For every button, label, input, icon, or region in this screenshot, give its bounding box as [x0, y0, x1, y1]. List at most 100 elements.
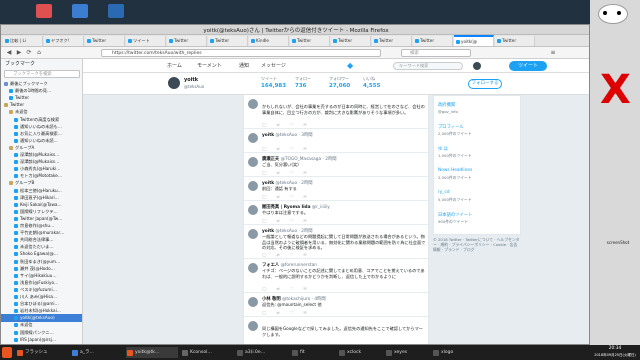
bookmark-favicon-icon: [14, 302, 18, 307]
taskbar-item[interactable]: xclock: [338, 347, 382, 358]
twitter-search-input[interactable]: キーワード検索: [393, 62, 463, 70]
tweet-avatar[interactable]: [248, 297, 258, 307]
tweet-avatar[interactable]: [248, 157, 258, 167]
taskbar-label: xlogo: [441, 350, 454, 355]
trend-name[interactable]: 日本語のツイート: [438, 212, 472, 218]
taskbar-item[interactable]: a3(i.0e…: [236, 347, 288, 358]
navigation-toolbar: ◀ ▶ ⟳ ⌂ https://twitter.com/teksAuo/with…: [1, 47, 589, 59]
nav-notifications[interactable]: 通知: [239, 59, 249, 73]
trend-name[interactable]: ry_cd: [438, 190, 450, 195]
browser-tab[interactable]: Twitter: [495, 36, 535, 46]
tweet-author-name[interactable]: yoitk: [262, 133, 274, 138]
tweet-actions[interactable]: ◯⇄♡✉: [262, 286, 317, 291]
tweet[interactable]: yoitk @teksAuo · 2時間 一般論として報道などの問題提起に関して日…: [244, 225, 428, 259]
start-menu-icon[interactable]: [2, 347, 12, 358]
url-bar[interactable]: https://twitter.com/teksAuo/with_replies: [101, 49, 381, 57]
forward-icon[interactable]: ▶: [15, 49, 23, 57]
search-bar[interactable]: 検索: [401, 49, 471, 57]
tweet-avatar[interactable]: [248, 229, 258, 239]
sidebar-search-input[interactable]: ブックマークを検索: [4, 70, 80, 78]
profile-stat[interactable]: いいね 4,555: [363, 76, 395, 89]
tweet-avatar[interactable]: [248, 205, 258, 215]
trend-name[interactable]: 政府機関: [438, 102, 455, 108]
tweet[interactable]: フォエ人 @forerunnerstan イチゴ：ページのないことの記述に関してま…: [244, 259, 428, 293]
taskbar-item[interactable]: xeyes: [385, 347, 429, 358]
browser-tab[interactable]: Twitter: [167, 36, 207, 46]
tweet-actions[interactable]: ◯⇄♡✉: [262, 122, 317, 127]
desktop-app-icon[interactable]: [36, 4, 52, 18]
follow-button[interactable]: フォローする: [468, 79, 502, 89]
tweet[interactable]: 廣瀬正夫 @TOGO_Masasaga · 2時間 ご当、気分悪い(笑) ◯⇄♡✉: [244, 153, 428, 177]
clock[interactable]: 20:34 2018年09月25日(火曜日): [590, 346, 640, 360]
browser-tab[interactable]: ツイート: [126, 36, 166, 46]
trend-name[interactable]: プロフィール: [438, 124, 464, 130]
taskbar-item[interactable]: Kconsol…: [181, 347, 233, 358]
tweet[interactable]: 飯田亮真 | Ryoma Iida @r_iiiiiiy やはり本は注意でする。 ◯…: [244, 201, 428, 225]
stat-value: 736: [295, 83, 307, 89]
home-icon[interactable]: ⌂: [35, 49, 43, 57]
profile-stat[interactable]: フォロワー 27,060: [329, 76, 361, 89]
browser-tab[interactable]: Twitter: [372, 36, 412, 46]
user-avatar-small[interactable]: [473, 62, 481, 70]
footer-links[interactable]: © 2018 Twitter · Twitterについて · ヘルプセンター ·…: [433, 237, 521, 252]
taskbar-item[interactable]: フラッシュ: [16, 347, 68, 358]
taskbar-item[interactable]: xlogo: [432, 347, 476, 358]
tab-favicon-icon: [251, 39, 255, 43]
nav-moments[interactable]: モーメント: [197, 59, 222, 73]
browser-tab[interactable]: ヤフオク!: [44, 36, 84, 46]
bookmark-label: 共同総合法律事…: [20, 237, 54, 243]
tweet-actions[interactable]: ◯⇄♡✉: [262, 252, 317, 257]
tweet[interactable]: かもしれないが、会社の事業を売するのが日本の同時に、経営して在のさなど、会社の事…: [244, 95, 428, 129]
tweet-avatar[interactable]: [248, 321, 258, 331]
bookmark-favicon-icon: [14, 287, 18, 292]
avatar[interactable]: [167, 76, 181, 90]
tweet-actions[interactable]: ◯⇄♡✉: [262, 170, 317, 175]
tweet-actions[interactable]: ◯⇄♡✉: [262, 310, 317, 315]
timeline: かもしれないが、会社の事業を売するのが日本の同時に、経営して在のさなど、会社の事…: [243, 95, 429, 344]
tweet-header: yoitk @teksAuo · 3時間: [262, 132, 313, 138]
taskbar-item[interactable]: a_ラ…: [71, 347, 123, 358]
bookmark-favicon-icon: [14, 238, 18, 243]
browser-tab[interactable]: Twitter: [331, 36, 371, 46]
back-icon[interactable]: ◀: [5, 49, 13, 57]
tweet[interactable]: 同じ構図をGoogleなどで探してみました。返信先の通知先をここで確認してからマ…: [244, 317, 428, 344]
browser-tab[interactable]: Twitter: [85, 36, 125, 46]
tweet-button[interactable]: ツイート: [509, 61, 547, 71]
nav-home[interactable]: ホーム: [167, 59, 182, 73]
desktop-folder-icon[interactable]: [72, 4, 88, 18]
trend-name[interactable]: News Headlines: [438, 168, 472, 173]
bookmark-item[interactable]: IRS Japan(@irsj…: [1, 336, 82, 344]
twitter-bird-icon[interactable]: ◆: [347, 59, 353, 73]
tweet-avatar[interactable]: [248, 133, 258, 143]
profile-handle: @teksAuo: [184, 84, 205, 89]
browser-tab[interactable]: Twitter: [290, 36, 330, 46]
nav-messages[interactable]: メッセージ: [261, 59, 286, 73]
profile-stat[interactable]: フォロー 736: [295, 76, 327, 89]
taskbar-app-icon: [17, 350, 23, 356]
tweet[interactable]: yoitk @teksAuo · 2時間 前回：通話 有する ◯⇄♡✉: [244, 177, 428, 201]
desktop-terminal-icon[interactable]: [108, 4, 124, 18]
browser-tab[interactable]: Kindle: [249, 36, 289, 46]
tweet-actions[interactable]: ◯⇄♡✉: [262, 218, 317, 223]
tweet-avatar[interactable]: [248, 99, 258, 109]
taskbar-item[interactable]: fit: [291, 347, 335, 358]
tweet-text: 一般論として報道などの問題提起に関して日常問題が放送される場合があるという。物品…: [262, 234, 426, 250]
browser-tab[interactable]: yoitk(@: [454, 35, 494, 46]
profile-stat[interactable]: ツイート 164,983: [261, 76, 293, 89]
taskbar-item[interactable]: yoitk@tk…: [126, 347, 178, 358]
trend-name[interactable]: ゆ ほ: [438, 146, 448, 152]
browser-tab[interactable]: Twitter: [208, 36, 248, 46]
stat-value: 4,555: [363, 83, 381, 89]
reload-icon[interactable]: ⟳: [25, 49, 33, 57]
tweet[interactable]: 小林 敬明 @tokachijuro · 4時間 返信先: @mountain_s…: [244, 293, 428, 317]
tweet-actions[interactable]: ◯⇄♡✉: [262, 146, 317, 151]
tab-label: Twitter: [215, 38, 230, 43]
tweet-avatar[interactable]: [248, 181, 258, 191]
trend-count: 900件のツイート: [438, 219, 469, 224]
browser-tab[interactable]: 比較 | Li: [3, 36, 43, 46]
browser-tab[interactable]: Twitter: [413, 36, 453, 46]
menu-icon[interactable]: ≡: [549, 49, 557, 57]
tweet-actions[interactable]: ◯⇄♡✉: [262, 194, 317, 199]
tweet[interactable]: yoitk @teksAuo · 3時間 ◯⇄♡✉: [244, 129, 428, 153]
tweet-avatar[interactable]: [248, 263, 258, 273]
